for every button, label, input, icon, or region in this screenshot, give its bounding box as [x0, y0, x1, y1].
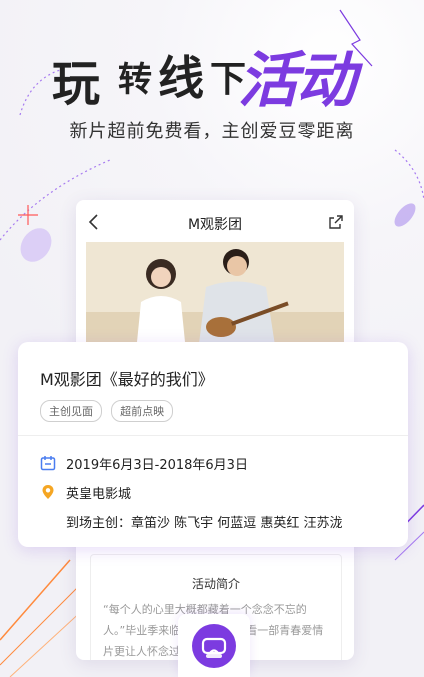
event-title: M观影团《最好的我们》: [40, 370, 214, 389]
vr-headset-icon: [201, 637, 227, 658]
event-date: 2019年6月3日-2018年6月3日: [66, 458, 248, 473]
event-location: 英皇电影城: [66, 487, 132, 502]
event-guests: 到场主创：章笛沙 陈飞宇 何蓝逗 惠英红 汪苏泷: [66, 516, 343, 531]
calendar-icon: [40, 456, 56, 471]
event-photo-illustration: [86, 242, 344, 352]
share-icon[interactable]: [328, 214, 344, 230]
event-tags: 主创见面 超前点映: [40, 400, 177, 422]
hero-title-part-1: 玩: [52, 56, 102, 112]
vr-button[interactable]: [178, 614, 250, 677]
intro-title: 活动简介: [191, 577, 240, 591]
vr-icon-circle: [192, 624, 236, 668]
hero-title-part-3: 线: [158, 51, 204, 105]
tag-preview: 超前点映: [111, 400, 174, 422]
hero-title: 玩 转 线 下 活动: [0, 30, 424, 116]
hero-title-highlight: 活动: [238, 46, 356, 116]
event-photo: [86, 242, 344, 352]
location-pin-icon: [42, 485, 54, 499]
hero-title-part-2: 转: [118, 60, 152, 100]
card-divider: [18, 435, 408, 436]
phone-title: M观影团: [187, 217, 243, 233]
tag-meet-cast: 主创见面: [40, 400, 102, 422]
event-card[interactable]: M观影团《最好的我们》 主创见面 超前点映 2019年6月3日-2018年6月3…: [18, 342, 408, 547]
phone-header: M观影团: [76, 200, 354, 244]
hero-subtitle: 新片超前免费看，主创爱豆零距离: [69, 121, 355, 142]
